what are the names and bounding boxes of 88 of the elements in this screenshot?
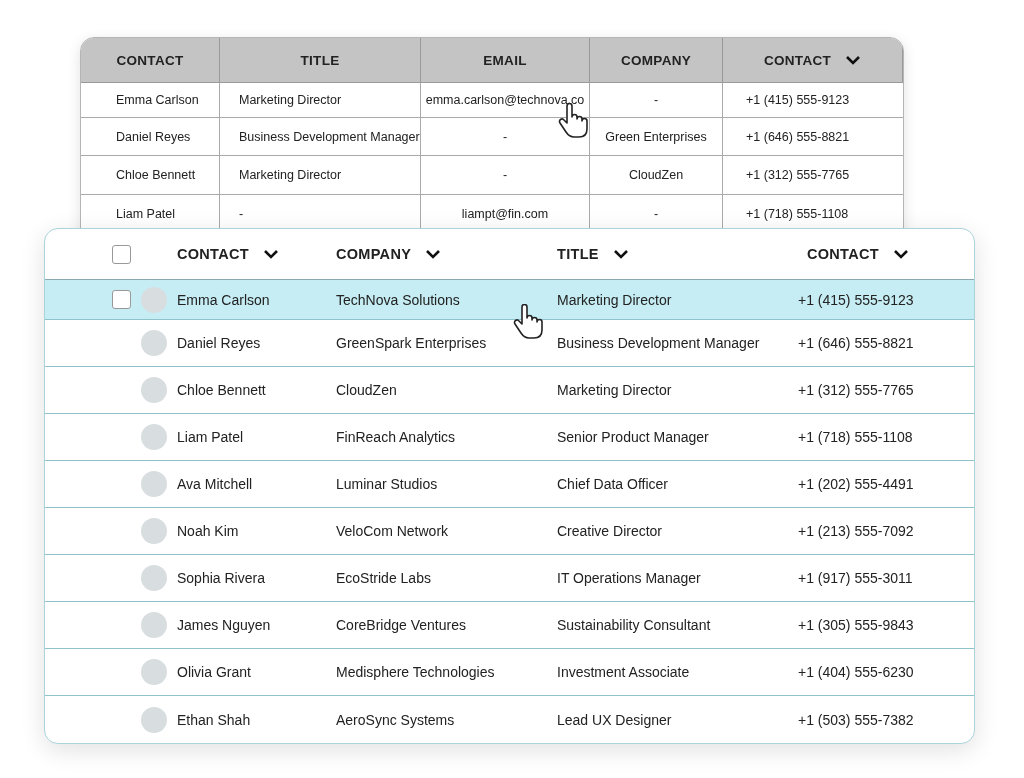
- table-cell: +1 (213) 555-7092: [798, 523, 914, 539]
- chevron-down-icon[interactable]: [845, 55, 862, 65]
- hand-cursor-icon: [513, 304, 543, 340]
- table-row[interactable]: James Nguyen CoreBridge Ventures Sustainability Consultant +1 (305) 555-9843: [45, 602, 974, 649]
- table-cell-text: Ava Mitchell: [177, 476, 254, 492]
- table-cell: Green Enterprises: [590, 118, 723, 156]
- avatar: [141, 565, 167, 591]
- avatar: [141, 706, 167, 733]
- table-cell-text: Ethan Shah: [177, 711, 252, 728]
- table-row[interactable]: Ava Mitchell Luminar Studios Chief Data Officer +1 (202) 555-4491: [45, 461, 974, 508]
- table-cell: +1 (202) 555-4491: [798, 476, 914, 492]
- column-header[interactable]: EMAIL: [421, 38, 590, 83]
- table-cell: CloudZen: [590, 156, 723, 195]
- table-cell-text: Emma Carlson: [177, 291, 271, 308]
- table-cell: +1 (312) 555-7765: [798, 382, 914, 398]
- table-cell-text: EcoStride Labs: [336, 570, 432, 586]
- table-cell-text: James Nguyen: [177, 617, 272, 633]
- avatar: [141, 612, 167, 638]
- column-header[interactable]: CONTACT: [723, 38, 903, 83]
- table-cell: +1 (503) 555-7382: [798, 711, 914, 728]
- table-row[interactable]: Olivia Grant Medisphere Technologies Investment Associate +1 (404) 555-6230: [45, 649, 974, 696]
- table-cell-text: Noah Kim: [177, 523, 240, 539]
- table-cell-text: Liam Patel: [177, 429, 245, 445]
- column-header[interactable]: COMPANY: [590, 38, 723, 83]
- column-header[interactable]: COMPANY: [336, 246, 557, 262]
- table-cell: +1 (305) 555-9843: [798, 617, 914, 633]
- table-cell-text: Investment Associate: [557, 664, 691, 680]
- table-row[interactable]: Ethan Shah AeroSync Systems Lead UX Designer +1 (503) 555-7382: [45, 696, 974, 743]
- avatar: [141, 659, 167, 685]
- table-row[interactable]: Liam Patel FinReach Analytics Senior Product Manager +1 (718) 555-1108: [45, 414, 974, 461]
- table-cell: -: [590, 83, 723, 118]
- chevron-down-icon[interactable]: [612, 249, 629, 259]
- table-cell: +1 (404) 555-6230: [798, 664, 914, 680]
- table-cell-text: Chief Data Officer: [557, 476, 669, 492]
- table-cell: -: [421, 156, 590, 195]
- table-cell: Business Development Manager: [220, 118, 421, 156]
- avatar: [141, 424, 167, 450]
- table-cell-text: Marketing Director: [557, 291, 673, 308]
- table-cell: +1 (415) 555-9123: [723, 83, 903, 118]
- table-cell-text: AeroSync Systems: [336, 711, 456, 728]
- table-cell-text: Chloe Bennett: [177, 382, 267, 398]
- table-cell-text: Lead UX Designer: [557, 711, 673, 728]
- table-cell: Chloe Bennett: [81, 156, 220, 195]
- table-cell-text: Daniel Reyes: [177, 335, 262, 351]
- table-cell-text: Sustainability Consultant: [557, 617, 712, 633]
- table-cell-text: TechNova Solutions: [336, 291, 461, 308]
- checkbox[interactable]: [112, 290, 131, 309]
- table-cell-text: Medisphere Technologies: [336, 664, 496, 680]
- table-row[interactable]: Chloe Bennett CloudZen Marketing Director +1 (312) 555-7765: [45, 367, 974, 414]
- table-cell: +1 (646) 555-8821: [723, 118, 903, 156]
- table-cell-text: Creative Director: [557, 523, 664, 539]
- chevron-down-icon[interactable]: [892, 249, 909, 259]
- table-row[interactable]: Emma Carlson TechNova Solutions Marketing Director +1 (415) 555-9123: [45, 280, 974, 320]
- table-cell: +1 (917) 555-3011: [798, 570, 913, 586]
- column-header[interactable]: CONTACT: [81, 38, 220, 83]
- table-cell: Emma Carlson: [81, 83, 220, 118]
- column-header[interactable]: TITLE: [220, 38, 421, 83]
- table-cell-text: GreenSpark Enterprises: [336, 335, 488, 351]
- chevron-down-icon[interactable]: [262, 249, 279, 259]
- table-cell-text: Senior Product Manager: [557, 429, 710, 445]
- table-cell-text: FinReach Analytics: [336, 429, 457, 445]
- column-header[interactable]: TITLE: [557, 246, 798, 262]
- table-row[interactable]: Noah Kim VeloCom Network Creative Director +1 (213) 555-7092: [45, 508, 974, 555]
- table-cell: +1 (312) 555-7765: [723, 156, 903, 195]
- chevron-down-icon[interactable]: [425, 249, 442, 259]
- column-header[interactable]: CONTACT: [177, 246, 336, 262]
- table-cell: +1 (646) 555-8821: [798, 335, 914, 351]
- table-cell-text: CloudZen: [336, 382, 398, 398]
- table-cell: Marketing Director: [220, 83, 421, 118]
- table-cell-text: Business Development Manager: [557, 335, 761, 351]
- avatar: [141, 518, 167, 544]
- table-cell: Daniel Reyes: [81, 118, 220, 156]
- table-cell-text: CoreBridge Ventures: [336, 617, 467, 633]
- table-cell-text: Sophia Rivera: [177, 570, 266, 586]
- table-cell-text: Marketing Director: [557, 382, 673, 398]
- avatar: [141, 471, 167, 497]
- table-cell-text: Luminar Studios: [336, 476, 439, 492]
- table-cell-text: VeloCom Network: [336, 523, 450, 539]
- table-row[interactable]: Sophia Rivera EcoStride Labs IT Operations Manager +1 (917) 555-3011: [45, 555, 974, 602]
- table-cell: +1 (718) 555-1108: [798, 429, 913, 445]
- table-cell-text: IT Operations Manager: [557, 570, 702, 586]
- avatar: [141, 377, 167, 403]
- avatar: [141, 330, 167, 356]
- column-header[interactable]: CONTACT: [807, 246, 909, 262]
- table-cell: Marketing Director: [220, 156, 421, 195]
- table-cell: +1 (415) 555-9123: [798, 291, 914, 308]
- table-cell-text: Olivia Grant: [177, 664, 252, 680]
- checkbox[interactable]: [112, 244, 131, 264]
